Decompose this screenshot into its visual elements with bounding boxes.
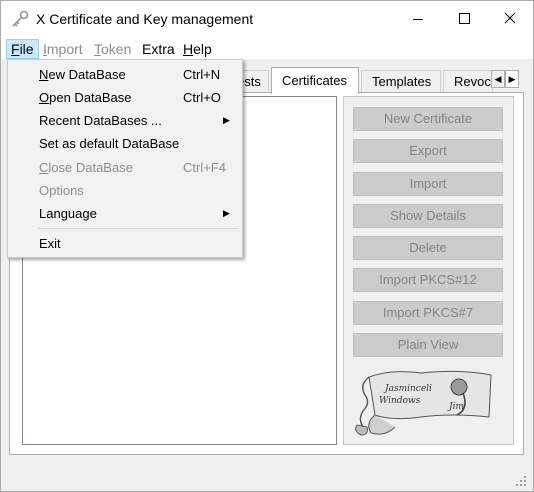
- minimize-icon: [413, 19, 423, 20]
- tab-certificates-label: Certificates: [282, 73, 348, 88]
- scroll-logo-line3: Jim: [447, 402, 464, 412]
- scroll-logo-line1: Jasminceli: [383, 384, 432, 394]
- triangle-left-icon: ◀: [494, 74, 502, 84]
- new-certificate-button[interactable]: New Certificate: [353, 107, 503, 131]
- menu-bar: File Import Token Extra Help: [1, 37, 533, 59]
- title-bar: X Certificate and Key management: [1, 1, 533, 37]
- maximize-button[interactable]: [441, 1, 487, 37]
- menu-extra[interactable]: Extra: [138, 39, 179, 59]
- delete-button[interactable]: Delete: [353, 236, 503, 260]
- triangle-right-icon: ▶: [508, 74, 516, 84]
- menu-file-label: ile: [19, 41, 34, 57]
- close-button[interactable]: [487, 1, 533, 37]
- menu-item-close-database[interactable]: Close DataBase Ctrl+F4: [9, 156, 241, 179]
- menu-item-exit[interactable]: Exit: [9, 232, 241, 255]
- menu-item-open-database[interactable]: Open DataBase Ctrl+O: [9, 86, 241, 109]
- show-details-button[interactable]: Show Details: [353, 204, 503, 228]
- menu-import-label: mport: [46, 41, 83, 57]
- resize-grip-icon[interactable]: [515, 475, 527, 487]
- scroll-logo-image: Jasminceli Windows Jim: [355, 370, 492, 436]
- menu-item-exit-label: Exit: [39, 236, 61, 251]
- menu-help-label: elp: [193, 41, 212, 57]
- menu-item-options[interactable]: Options: [9, 179, 241, 202]
- menu-extra-label: Extra: [142, 41, 175, 57]
- menu-item-new-database[interactable]: New DataBase Ctrl+N: [9, 63, 241, 86]
- import-pkcs12-button[interactable]: Import PKCS#12: [353, 268, 503, 292]
- tab-certificates[interactable]: Certificates: [271, 67, 359, 94]
- minimize-button[interactable]: [395, 1, 441, 37]
- menu-item-language[interactable]: Language ▶: [9, 202, 241, 225]
- menu-help[interactable]: Help: [179, 39, 216, 59]
- tab-templates[interactable]: Templates: [361, 70, 441, 93]
- export-button[interactable]: Export: [353, 139, 503, 163]
- close-icon: [504, 12, 516, 24]
- maximize-icon: [459, 13, 470, 24]
- submenu-arrow-icon: ▶: [223, 208, 230, 218]
- menu-item-close-database-label: Close DataBase: [39, 160, 133, 175]
- tab-templates-label: Templates: [372, 74, 432, 89]
- menu-file[interactable]: File: [6, 39, 39, 59]
- menu-item-options-label: Options: [39, 183, 84, 198]
- menu-item-new-database-label: New DataBase: [39, 67, 126, 82]
- menu-item-recent-databases[interactable]: Recent DataBases ... ▶: [9, 109, 241, 132]
- menu-item-set-default-database-label: Set as default DataBase: [39, 136, 180, 151]
- menu-item-open-database-shortcut: Ctrl+O: [183, 90, 221, 105]
- tab-scroll-right-button[interactable]: ▶: [505, 70, 519, 88]
- menu-item-recent-databases-label: Recent DataBases ...: [39, 113, 162, 128]
- file-menu-dropdown: New DataBase Ctrl+N Open DataBase Ctrl+O…: [7, 59, 243, 258]
- menu-item-close-database-shortcut: Ctrl+F4: [183, 160, 226, 175]
- scroll-logo-line2: Windows: [379, 396, 421, 406]
- tab-scroll-left-button[interactable]: ◀: [491, 70, 505, 88]
- import-button[interactable]: Import: [353, 172, 503, 196]
- status-bar: [1, 461, 533, 491]
- menu-separator: [38, 228, 238, 229]
- plain-view-button[interactable]: Plain View: [353, 333, 503, 357]
- key-app-icon: [12, 10, 29, 27]
- menu-token-label: oken: [101, 41, 132, 57]
- tab-revocation-label: Revoca: [454, 74, 492, 89]
- menu-help-mnemonic: H: [183, 41, 194, 57]
- window-title: X Certificate and Key management: [36, 11, 254, 27]
- submenu-arrow-icon: ▶: [223, 115, 230, 125]
- menu-item-new-database-shortcut: Ctrl+N: [183, 67, 221, 82]
- menu-item-set-default-database[interactable]: Set as default DataBase: [9, 132, 241, 155]
- tab-revocation[interactable]: Revoca: [443, 70, 493, 93]
- menu-file-mnemonic: F: [11, 41, 20, 57]
- menu-item-language-label: Language: [39, 206, 97, 221]
- main-window: X Certificate and Key management File Im…: [0, 0, 534, 492]
- menu-import[interactable]: Import: [39, 39, 87, 59]
- menu-token[interactable]: Token: [90, 39, 135, 59]
- menu-token-mnemonic: T: [94, 41, 101, 57]
- menu-item-open-database-label: Open DataBase: [39, 90, 132, 105]
- import-pkcs7-button[interactable]: Import PKCS#7: [353, 301, 503, 325]
